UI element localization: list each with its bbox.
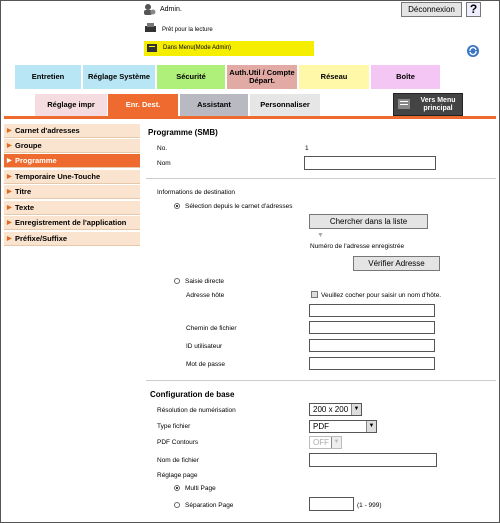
- arrow-icon: ▶: [7, 143, 12, 149]
- host-check-label: Veuillez cocher pour saisir un nom d'hôt…: [321, 292, 442, 299]
- logout-button[interactable]: Déconnexion: [401, 2, 462, 17]
- user-id-label: ID utilisateur: [186, 343, 223, 350]
- tab-assistant[interactable]: Assistant: [180, 94, 248, 116]
- sidebar-item-temporaire[interactable]: ▶ Temporaire Une-Touche: [4, 170, 140, 184]
- arrow-icon: ▶: [7, 189, 12, 195]
- divider: [146, 380, 496, 381]
- tab-reseau[interactable]: Réseau: [299, 65, 369, 89]
- host-checkbox[interactable]: [311, 291, 318, 298]
- path-label: Chemin de fichier: [186, 325, 237, 332]
- page-label: Réglage page: [157, 472, 198, 479]
- sidebar-item-titre[interactable]: ▶ Titre: [4, 185, 140, 199]
- filename-input[interactable]: [309, 453, 437, 467]
- chevron-down-icon: ▼: [331, 437, 341, 448]
- subtab-bar: [4, 116, 496, 119]
- radio-multi-page[interactable]: [174, 485, 180, 491]
- down-arrow-icon: ▼: [317, 232, 324, 239]
- radio-direct-label: Saisie directe: [185, 278, 225, 285]
- sidebar-item-prefixe[interactable]: ▶ Préfixe/Suffixe: [4, 232, 140, 246]
- user-id-input[interactable]: [309, 339, 435, 352]
- registered-label: Numéro de l'adresse enregistrée: [310, 243, 405, 250]
- resolution-select[interactable]: 200 x 200 ▼: [309, 403, 362, 416]
- arrow-icon: ▶: [7, 220, 12, 226]
- chevron-down-icon: ▼: [366, 421, 376, 432]
- radio-select-label: Sélection depuis le carnet d'adresses: [185, 203, 293, 210]
- tab-reglage-systeme[interactable]: Réglage Système: [83, 65, 155, 89]
- arrow-icon: ▶: [7, 236, 12, 242]
- menu-icon: [398, 99, 410, 109]
- base-title: Configuration de base: [150, 390, 235, 399]
- tab-entretien[interactable]: Entretien: [15, 65, 81, 89]
- admin-icon: [143, 3, 156, 16]
- chevron-down-icon: ▼: [351, 404, 361, 415]
- arrow-icon: ▶: [7, 205, 12, 211]
- printer-icon: [144, 23, 157, 34]
- nom-input[interactable]: [304, 156, 436, 170]
- main-menu-label: Vers Menu principal: [420, 97, 456, 112]
- contours-label: PDF Contours: [157, 439, 199, 446]
- sidebar-item-texte[interactable]: ▶ Texte: [4, 201, 140, 215]
- search-list-button[interactable]: Chercher dans la liste: [309, 214, 428, 229]
- main-menu-button[interactable]: Vers Menu principal: [393, 93, 463, 116]
- filename-label: Nom de fichier: [157, 457, 199, 464]
- arrow-icon: ▶: [7, 158, 12, 164]
- refresh-icon[interactable]: [466, 44, 480, 58]
- radio-select-carnet[interactable]: [174, 203, 180, 209]
- sidebar-item-groupe[interactable]: ▶ Groupe: [4, 139, 140, 153]
- help-button[interactable]: ?: [466, 2, 481, 17]
- no-label: No.: [157, 145, 168, 152]
- host-label: Adresse hôte: [186, 292, 225, 299]
- password-input[interactable]: [309, 357, 435, 370]
- type-select[interactable]: PDF ▼: [309, 420, 377, 433]
- arrow-icon: ▶: [7, 174, 12, 180]
- type-label: Type fichier: [157, 423, 191, 430]
- tab-personnaliser[interactable]: Personnaliser: [250, 94, 320, 116]
- sidebar-item-carnet[interactable]: ▶ Carnet d'adresses: [4, 124, 140, 138]
- radio-saisie-directe[interactable]: [174, 278, 180, 284]
- mode-text: Dans Menu(Mode Admin): [163, 45, 232, 51]
- host-input[interactable]: [309, 304, 435, 317]
- separation-input[interactable]: [309, 497, 354, 511]
- status-text: Prêt pour la lecture: [162, 27, 213, 33]
- path-input[interactable]: [309, 321, 435, 334]
- separation-label: Séparation Page: [185, 502, 234, 509]
- sidebar-item-programme[interactable]: ▶ Programme: [4, 154, 140, 168]
- arrow-icon: ▶: [7, 128, 12, 134]
- contours-select[interactable]: OFF ▼: [309, 436, 342, 449]
- divider: [146, 178, 496, 179]
- dest-title: Informations de destination: [157, 189, 236, 196]
- password-label: Mot de passe: [186, 361, 226, 368]
- sidebar-item-application[interactable]: ▶ Enregistrement de l'application: [4, 216, 140, 230]
- tab-boite[interactable]: Boîte: [371, 65, 440, 89]
- res-label: Résolution de numérisation: [157, 407, 236, 414]
- verify-address-button[interactable]: Vérifier Adresse: [353, 256, 440, 271]
- tab-auth-util[interactable]: Auth.Util / Compte Départ.: [227, 65, 297, 89]
- no-value: 1: [305, 145, 309, 152]
- tab-enr-dest[interactable]: Enr. Dest.: [108, 94, 178, 116]
- tab-reglage-impr[interactable]: Réglage impr: [35, 94, 107, 116]
- separation-range: (1 - 999): [357, 502, 382, 509]
- mode-icon: [146, 42, 158, 54]
- radio-separation-page[interactable]: [174, 502, 180, 508]
- nom-label: Nom: [157, 160, 171, 167]
- user-label: Admin.: [160, 6, 182, 13]
- tab-securite[interactable]: Sécurité: [157, 65, 225, 89]
- multi-page-label: Multi Page: [185, 485, 216, 492]
- form-title: Programme (SMB): [148, 128, 218, 137]
